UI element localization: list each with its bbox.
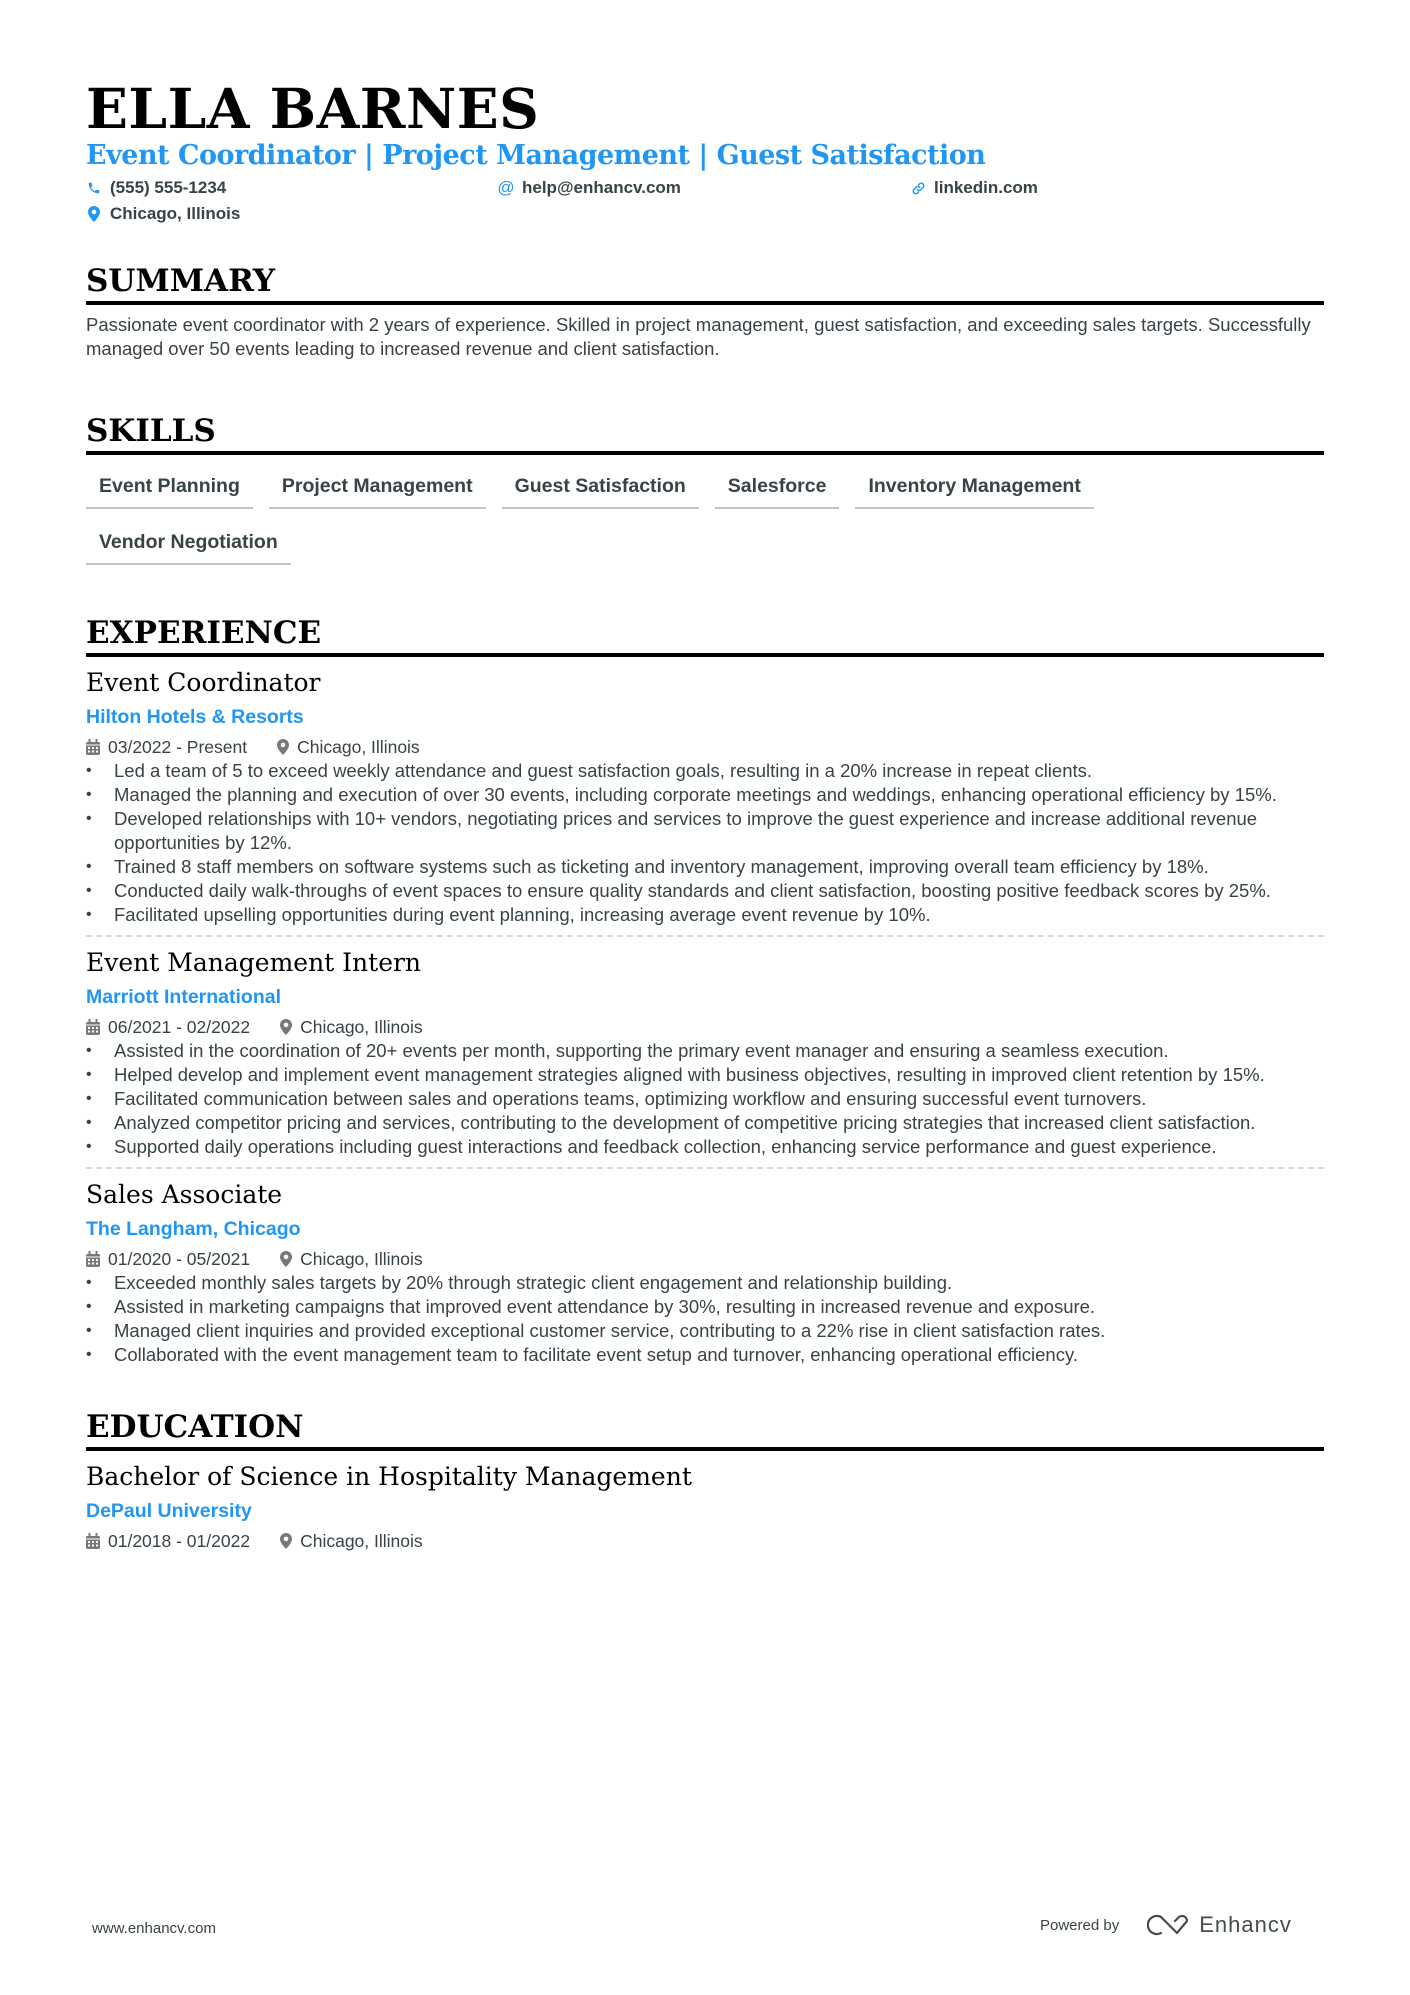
date-range: 01/2020 - 05/2021 <box>86 1247 250 1271</box>
bullet-list: Assisted in the coordination of 20+ even… <box>86 1039 1324 1159</box>
enhancv-logo-icon <box>1147 1914 1189 1936</box>
summary-heading: SUMMARY <box>86 263 1324 305</box>
job-title: Event Coordinator <box>86 668 321 697</box>
entry-meta: 01/2018 - 01/2022 Chicago, Illinois <box>86 1529 1334 1553</box>
bullet-item: Analyzed competitor pricing and services… <box>86 1111 1324 1135</box>
job-title: Sales Associate <box>86 1180 283 1209</box>
skill-tag: Inventory Management <box>855 467 1094 509</box>
link-icon <box>910 179 926 197</box>
summary-section: SUMMARY Passionate event coordinator wit… <box>86 263 1334 361</box>
entry-divider <box>86 1167 1324 1169</box>
bullet-list: Exceeded monthly sales targets by 20% th… <box>86 1271 1324 1367</box>
bullet-item: Managed the planning and execution of ov… <box>86 783 1324 807</box>
calendar-icon <box>86 1533 100 1549</box>
experience-entry: Sales Associate The Langham, Chicago 01/… <box>86 1179 1334 1367</box>
resume-page: ELLA BARNES Event Coordinator | Project … <box>86 78 1334 1553</box>
bullet-item: Led a team of 5 to exceed weekly attenda… <box>86 759 1324 783</box>
calendar-icon <box>86 1019 100 1035</box>
candidate-name: ELLA BARNES <box>86 76 540 141</box>
link-text: linkedin.com <box>934 178 1038 197</box>
education-section: EDUCATION Bachelor of Science in Hospita… <box>86 1409 1334 1553</box>
skill-tag: Event Planning <box>86 467 253 509</box>
experience-entry: Event Coordinator Hilton Hotels & Resort… <box>86 667 1334 937</box>
entry-location: Chicago, Illinois <box>280 1529 423 1553</box>
bullet-item: Conducted daily walk-throughs of event s… <box>86 879 1324 903</box>
bullet-item: Facilitated upselling opportunities duri… <box>86 903 1324 927</box>
bullet-item: Managed client inquiries and provided ex… <box>86 1319 1324 1343</box>
skills-list: Event Planning Project Management Guest … <box>86 467 1324 579</box>
map-pin-icon <box>280 1251 293 1267</box>
email-text: help@enhancv.com <box>522 178 681 197</box>
bullet-item: Helped develop and implement event manag… <box>86 1063 1324 1087</box>
contact-phone[interactable]: (555) 555-1234 <box>86 175 226 201</box>
company-name: Hilton Hotels & Resorts <box>86 706 304 728</box>
dates-text: 03/2022 - Present <box>108 737 248 757</box>
date-range: 01/2018 - 01/2022 <box>86 1529 250 1553</box>
bullet-item: Trained 8 staff members on software syst… <box>86 855 1324 879</box>
powered-by-label: Powered by <box>1040 1916 1120 1934</box>
dates-text: 06/2021 - 02/2022 <box>108 1017 251 1037</box>
experience-section: EXPERIENCE Event Coordinator Hilton Hote… <box>86 615 1334 1367</box>
bullet-item: Facilitated communication between sales … <box>86 1087 1324 1111</box>
entry-location: Chicago, Illinois <box>277 735 420 759</box>
school-name: DePaul University <box>86 1500 252 1522</box>
skill-tag: Salesforce <box>714 467 840 509</box>
skill-tag: Guest Satisfaction <box>501 467 699 509</box>
map-pin-icon <box>86 205 102 223</box>
candidate-headline: Event Coordinator | Project Management |… <box>86 140 986 171</box>
location-text: Chicago, Illinois <box>110 204 241 223</box>
contact-email[interactable]: @ help@enhancv.com <box>497 175 681 201</box>
company-name: Marriott International <box>86 986 282 1008</box>
calendar-icon <box>86 1251 100 1267</box>
date-range: 06/2021 - 02/2022 <box>86 1015 250 1039</box>
summary-text: Passionate event coordinator with 2 year… <box>86 314 1311 359</box>
location-text: Chicago, Illinois <box>300 1249 423 1269</box>
skill-tag: Vendor Negotiation <box>86 523 291 565</box>
bullet-list: Led a team of 5 to exceed weekly attenda… <box>86 759 1324 927</box>
location-text: Chicago, Illinois <box>300 1531 423 1551</box>
education-entry: Bachelor of Science in Hospitality Manag… <box>86 1461 1334 1553</box>
bullet-item: Collaborated with the event management t… <box>86 1343 1324 1367</box>
bullet-item: Assisted in the coordination of 20+ even… <box>86 1039 1324 1063</box>
dates-text: 01/2018 - 01/2022 <box>108 1531 251 1551</box>
enhancv-brand: Enhancv <box>1199 1912 1292 1937</box>
skill-tag: Project Management <box>268 467 486 509</box>
location-text: Chicago, Illinois <box>297 737 420 757</box>
footer-powered-by[interactable]: Powered by Enhancv <box>1040 1912 1292 1938</box>
company-name: The Langham, Chicago <box>86 1218 301 1240</box>
map-pin-icon <box>280 1533 293 1549</box>
entry-meta: 01/2020 - 05/2021 Chicago, Illinois <box>86 1247 1334 1271</box>
map-pin-icon <box>277 739 290 755</box>
skills-heading: SKILLS <box>86 413 1324 455</box>
experience-heading: EXPERIENCE <box>86 615 1324 657</box>
location-text: Chicago, Illinois <box>300 1017 423 1037</box>
phone-icon <box>86 179 102 197</box>
skills-section: SKILLS Event Planning Project Management… <box>86 413 1334 579</box>
bullet-item: Assisted in marketing campaigns that imp… <box>86 1295 1324 1319</box>
contact-location: Chicago, Illinois <box>86 201 240 227</box>
experience-entry: Event Management Intern Marriott Interna… <box>86 947 1334 1169</box>
contact-info: (555) 555-1234 @ help@enhancv.com linked… <box>86 175 1334 231</box>
dates-text: 01/2020 - 05/2021 <box>108 1249 251 1269</box>
education-heading: EDUCATION <box>86 1409 1324 1451</box>
bullet-item: Exceeded monthly sales targets by 20% th… <box>86 1271 1324 1295</box>
entry-location: Chicago, Illinois <box>280 1247 423 1271</box>
contact-link[interactable]: linkedin.com <box>910 175 1038 201</box>
degree-title: Bachelor of Science in Hospitality Manag… <box>86 1462 692 1491</box>
entry-meta: 03/2022 - Present Chicago, Illinois <box>86 735 1334 759</box>
bullet-item: Developed relationships with 10+ vendors… <box>86 807 1324 855</box>
date-range: 03/2022 - Present <box>86 735 247 759</box>
entry-divider <box>86 935 1324 937</box>
calendar-icon <box>86 739 100 755</box>
phone-text: (555) 555-1234 <box>110 178 227 197</box>
job-title: Event Management Intern <box>86 948 422 977</box>
bullet-item: Supported daily operations including gue… <box>86 1135 1324 1159</box>
map-pin-icon <box>280 1019 293 1035</box>
entry-meta: 06/2021 - 02/2022 Chicago, Illinois <box>86 1015 1334 1039</box>
at-icon: @ <box>497 178 515 197</box>
footer-website[interactable]: www.enhancv.com <box>92 1920 216 1937</box>
entry-location: Chicago, Illinois <box>280 1015 423 1039</box>
